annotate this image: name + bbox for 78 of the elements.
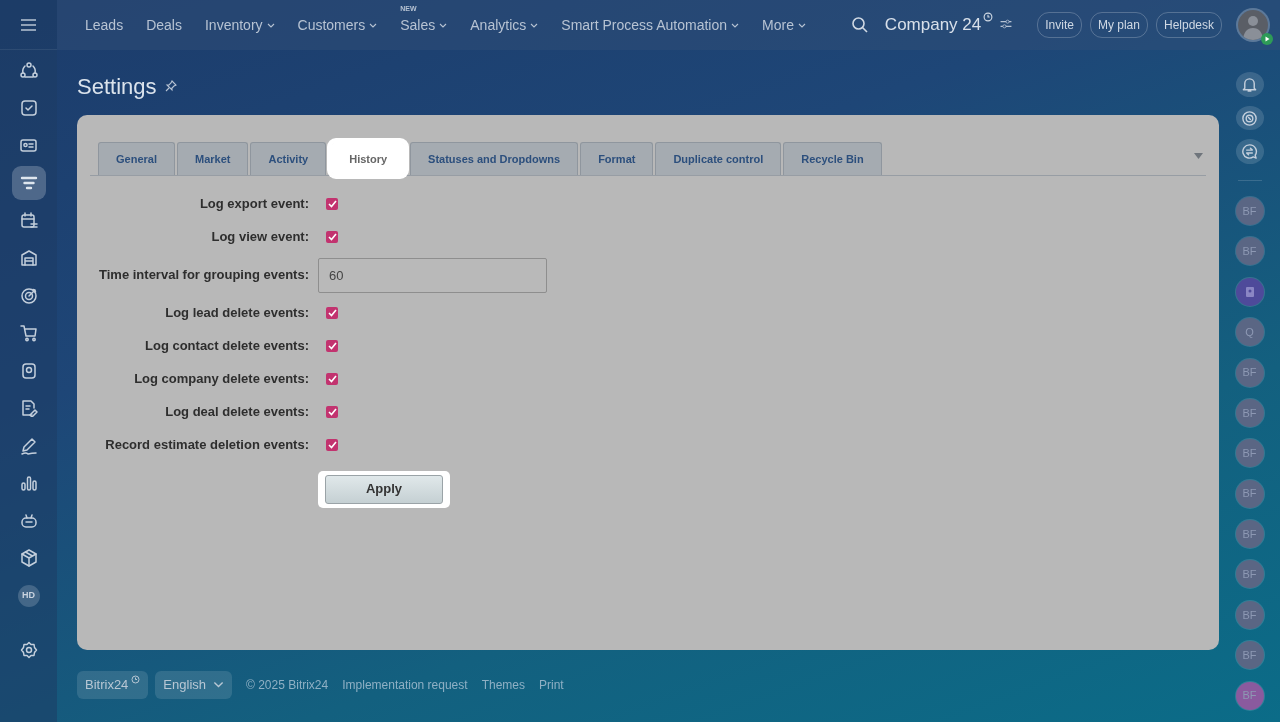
tab[interactable]: Activity: [250, 142, 327, 175]
avatar[interactable]: [1238, 10, 1268, 40]
checkbox-icon[interactable]: [19, 99, 38, 117]
field-label: Log view event:: [211, 228, 309, 247]
spiral-icon[interactable]: [1241, 109, 1258, 127]
clock-icon: [131, 675, 141, 684]
chevron-icon[interactable]: [369, 22, 378, 28]
header-button[interactable]: My plan: [1089, 12, 1148, 38]
calendar-icon[interactable]: [19, 211, 38, 230]
chevron-icon[interactable]: [266, 22, 275, 28]
bell-icon[interactable]: [1241, 75, 1258, 93]
header-button[interactable]: Helpdesk: [1155, 12, 1222, 38]
garage-icon[interactable]: [19, 249, 38, 267]
sidebar-item[interactable]: [11, 166, 46, 200]
menu-item[interactable]: Sales: [400, 17, 448, 33]
input-field[interactable]: 60: [318, 257, 547, 293]
field-label: Log contact delete events:: [145, 337, 309, 356]
chevron-icon[interactable]: [797, 22, 806, 28]
funnel-icon: [19, 174, 38, 192]
field-label: Log company delete events:: [134, 370, 309, 389]
page-title: Settings: [77, 72, 157, 101]
device-icon[interactable]: [19, 361, 38, 380]
tab[interactable]: General: [98, 142, 175, 175]
checkbox[interactable]: [326, 406, 338, 418]
target-icon[interactable]: [19, 286, 38, 305]
field-label: Log export event:: [199, 195, 309, 214]
checkbox[interactable]: [326, 198, 338, 210]
box-icon[interactable]: [19, 549, 38, 567]
chevron-icon[interactable]: [439, 22, 448, 28]
chevron-icon[interactable]: [731, 22, 740, 28]
chevron-icon[interactable]: [530, 22, 539, 28]
tab[interactable]: Statuses and Dropdowns: [410, 142, 579, 175]
chat-icon[interactable]: [1241, 143, 1258, 161]
checkbox[interactable]: [326, 439, 338, 451]
footer-link[interactable]: Implementation request: [342, 675, 468, 694]
footer-link[interactable]: Themes: [481, 675, 525, 694]
search-icon[interactable]: [850, 16, 869, 34]
bar-chart-icon[interactable]: [19, 474, 38, 492]
pen-icon[interactable]: [19, 436, 38, 455]
checkbox[interactable]: [326, 307, 338, 319]
menu-item[interactable]: Analytics: [470, 17, 539, 33]
language-dropdown[interactable]: English: [155, 671, 232, 699]
copyright-text: © 2025 Bitrix24: [246, 676, 329, 694]
brand-button[interactable]: Bitrix24: [77, 671, 149, 699]
menu-item[interactable]: Inventory: [204, 17, 275, 33]
tab[interactable]: Recycle Bin: [783, 142, 882, 175]
company-name[interactable]: Company 24: [884, 12, 982, 38]
nodes-icon[interactable]: [19, 61, 38, 80]
robot-icon[interactable]: [19, 511, 38, 530]
menu-item[interactable]: Deals: [146, 17, 182, 33]
checkbox[interactable]: [326, 340, 338, 352]
play-badge-icon: [1261, 33, 1273, 45]
sliders-icon[interactable]: [999, 17, 1014, 32]
document-icon[interactable]: [19, 399, 38, 417]
clock-icon: [983, 12, 994, 23]
settings-icon[interactable]: [19, 641, 38, 659]
footer-link[interactable]: Print: [539, 675, 564, 694]
tab[interactable]: Duplicate control: [655, 142, 782, 175]
menu-item[interactable]: More: [762, 17, 806, 33]
field-label: Log deal delete events:: [165, 403, 309, 422]
tab[interactable]: Format: [580, 142, 654, 175]
menu-icon[interactable]: [21, 18, 36, 31]
id-card-icon[interactable]: [19, 136, 38, 155]
field-label: Time interval for grouping events:: [99, 266, 309, 285]
tab[interactable]: Market: [176, 142, 249, 175]
menu-item[interactable]: Customers: [297, 17, 378, 33]
menu-item[interactable]: Leads: [85, 17, 124, 33]
field-label: Record estimate deletion events:: [105, 436, 309, 455]
avatar-badge[interactable]: HD: [17, 584, 40, 607]
checkbox[interactable]: [326, 231, 338, 243]
chevron-icon[interactable]: [213, 681, 224, 689]
pin-icon[interactable]: [164, 80, 177, 92]
header-button[interactable]: Invite: [1037, 12, 1082, 38]
apply-button[interactable]: Apply: [325, 474, 443, 504]
field-label: Log lead delete events:: [165, 304, 309, 323]
cart-icon[interactable]: [19, 324, 38, 342]
menu-item[interactable]: Smart Process Automation: [561, 17, 740, 33]
checkbox[interactable]: [326, 373, 338, 385]
